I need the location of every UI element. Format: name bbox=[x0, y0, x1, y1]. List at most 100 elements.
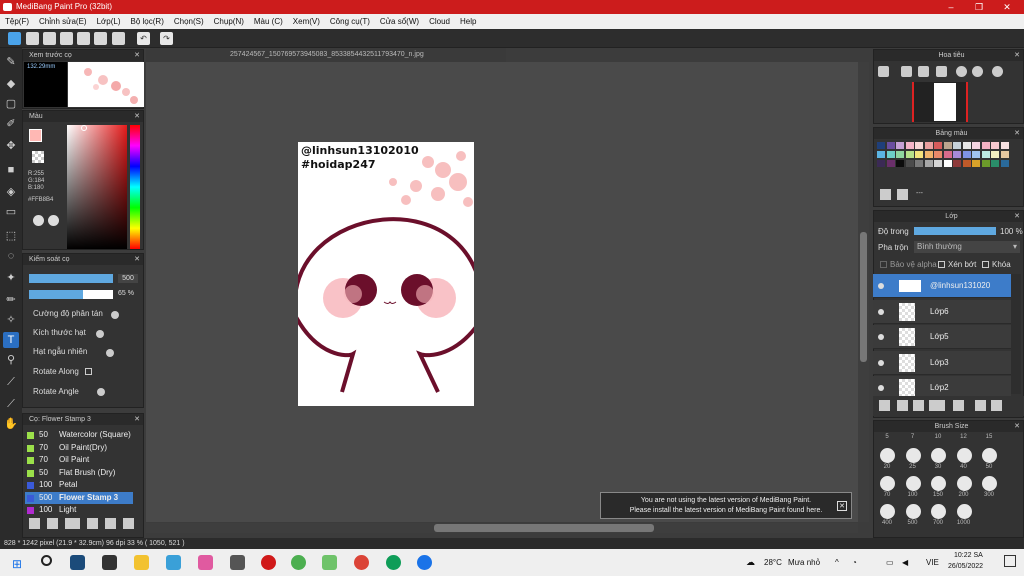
hand-icon[interactable]: ✋ bbox=[3, 416, 19, 432]
document-tab[interactable]: 257424567_150769573945083_85338544325117… bbox=[146, 48, 506, 62]
brush-size-circle[interactable] bbox=[931, 504, 946, 519]
color-swatch[interactable] bbox=[915, 151, 923, 158]
merge-layer-icon[interactable] bbox=[991, 400, 1002, 411]
lock-checkbox[interactable] bbox=[982, 261, 989, 268]
brush-item[interactable]: 50 Flat Brush (Dry) bbox=[25, 467, 133, 479]
pen-icon[interactable]: ✐ bbox=[3, 116, 19, 132]
color-swatch[interactable] bbox=[915, 160, 923, 167]
rotate-angle-knob[interactable] bbox=[97, 388, 105, 396]
clock-time[interactable]: 10:22 SA bbox=[954, 552, 983, 559]
brush-icon[interactable]: ✎ bbox=[3, 54, 19, 70]
brush-size-circle[interactable] bbox=[931, 476, 946, 491]
grid2-icon[interactable] bbox=[112, 32, 125, 45]
color-swatch[interactable] bbox=[905, 142, 914, 149]
undo-icon[interactable]: ↶ bbox=[137, 32, 150, 45]
redo-icon[interactable]: ↷ bbox=[160, 32, 173, 45]
color-swatch[interactable] bbox=[962, 160, 971, 167]
zoom-out-icon[interactable] bbox=[901, 66, 912, 77]
menu-item[interactable]: Màu (C) bbox=[254, 17, 283, 26]
random-knob[interactable] bbox=[106, 349, 114, 357]
eye-icon[interactable] bbox=[878, 283, 884, 289]
color-swatch[interactable] bbox=[877, 142, 885, 149]
brush-item[interactable]: 100 Petal bbox=[25, 479, 133, 491]
windows-icon[interactable]: ⊞ bbox=[12, 557, 22, 571]
new-8bit-layer-icon[interactable] bbox=[913, 400, 924, 411]
color-swatch[interactable] bbox=[1000, 160, 1009, 167]
v-scrollbar[interactable] bbox=[858, 62, 869, 522]
chrome-icon[interactable] bbox=[354, 555, 369, 570]
copy-icon[interactable] bbox=[123, 518, 134, 529]
menu-item[interactable]: Công cụ(T) bbox=[330, 17, 370, 26]
size-value[interactable]: 500 bbox=[118, 274, 138, 283]
medibang-icon[interactable] bbox=[291, 555, 306, 570]
color-swatch[interactable] bbox=[1000, 142, 1009, 149]
brush-size-circle[interactable] bbox=[905, 448, 921, 463]
color-swatch[interactable] bbox=[896, 142, 904, 149]
maximize-icon[interactable]: ❐ bbox=[965, 0, 993, 14]
brush-size-circle[interactable] bbox=[880, 448, 895, 463]
select-eraser-icon[interactable]: ✧ bbox=[3, 312, 19, 328]
color-swatch[interactable] bbox=[943, 142, 952, 149]
menu-item[interactable]: Help bbox=[460, 17, 476, 26]
add-palette-icon[interactable] bbox=[880, 189, 891, 200]
clock-date[interactable]: 26/05/2022 bbox=[948, 563, 983, 570]
close-icon[interactable]: ✕ bbox=[134, 414, 140, 425]
add-brush-icon[interactable] bbox=[29, 518, 40, 529]
color-swatch[interactable] bbox=[905, 160, 914, 167]
menu-item[interactable]: Tệp(F) bbox=[5, 17, 29, 26]
layer-scrollbar[interactable] bbox=[1011, 274, 1021, 394]
anime-icon[interactable] bbox=[198, 555, 213, 570]
eyedropper-icon[interactable]: ⟋ bbox=[3, 374, 19, 390]
new-halftone-layer-icon[interactable] bbox=[897, 400, 908, 411]
clip-checkbox[interactable] bbox=[938, 261, 945, 268]
color-swatch[interactable] bbox=[972, 151, 980, 158]
color-swatch[interactable] bbox=[934, 151, 942, 158]
close-icon[interactable]: ✕ bbox=[1014, 421, 1020, 432]
record-icon[interactable] bbox=[261, 555, 276, 570]
close-icon[interactable]: ✕ bbox=[134, 50, 140, 61]
folder-icon[interactable] bbox=[134, 555, 149, 570]
eye-icon[interactable] bbox=[878, 308, 884, 315]
page-icon[interactable] bbox=[77, 32, 90, 45]
close-icon[interactable]: ✕ bbox=[134, 111, 140, 122]
color-swatch[interactable] bbox=[886, 160, 895, 167]
grid-icon[interactable] bbox=[60, 32, 73, 45]
menu-item[interactable]: Cửa sổ(W) bbox=[380, 17, 419, 26]
hue-slider[interactable] bbox=[130, 125, 140, 249]
blur-icon[interactable]: ⟋ bbox=[3, 396, 19, 412]
layer-item[interactable]: Lớp5 bbox=[873, 325, 1011, 349]
menu-item[interactable]: Xem(V) bbox=[293, 17, 320, 26]
color-swatch[interactable] bbox=[991, 160, 999, 167]
delete-palette-icon[interactable] bbox=[897, 189, 908, 200]
color-swatch[interactable] bbox=[943, 160, 952, 167]
palette-icon[interactable] bbox=[33, 215, 44, 226]
cloud-icon[interactable] bbox=[8, 32, 21, 45]
opacity-slider[interactable] bbox=[29, 290, 113, 299]
brush-size-circle[interactable] bbox=[982, 448, 997, 463]
brush-size-circle[interactable] bbox=[982, 476, 997, 491]
color-swatch[interactable] bbox=[886, 142, 895, 149]
rotate-right-icon[interactable] bbox=[972, 66, 983, 77]
select-icon[interactable]: ⬚ bbox=[3, 228, 19, 244]
upload-icon[interactable] bbox=[26, 32, 39, 45]
layer-opacity-slider[interactable] bbox=[914, 227, 996, 235]
fit-icon[interactable] bbox=[918, 66, 929, 77]
color-swatch[interactable] bbox=[934, 142, 942, 149]
brush-file-icon[interactable] bbox=[87, 518, 98, 529]
transparent-color[interactable] bbox=[32, 151, 44, 163]
color-swatch[interactable] bbox=[896, 160, 904, 167]
color-swatch[interactable] bbox=[953, 160, 961, 167]
reset-rotate-icon[interactable] bbox=[992, 66, 1003, 77]
color-swatch[interactable] bbox=[953, 151, 961, 158]
brush-size-circle[interactable] bbox=[956, 504, 972, 519]
brush-item[interactable]: 70 Oil Paint bbox=[25, 454, 133, 466]
eye-icon[interactable] bbox=[878, 334, 884, 340]
update-icon[interactable] bbox=[322, 555, 337, 570]
size-slider[interactable] bbox=[29, 274, 113, 283]
close-icon[interactable]: ✕ bbox=[1014, 211, 1020, 222]
menu-item[interactable]: Chỉnh sửa(E) bbox=[39, 17, 87, 26]
layer-item[interactable]: Lớp3 bbox=[873, 350, 1011, 375]
layer-item[interactable]: @linhsun131020 bbox=[873, 274, 1011, 298]
close-icon[interactable]: ✕ bbox=[1014, 128, 1020, 139]
battery-icon[interactable]: ▭ bbox=[886, 558, 894, 567]
